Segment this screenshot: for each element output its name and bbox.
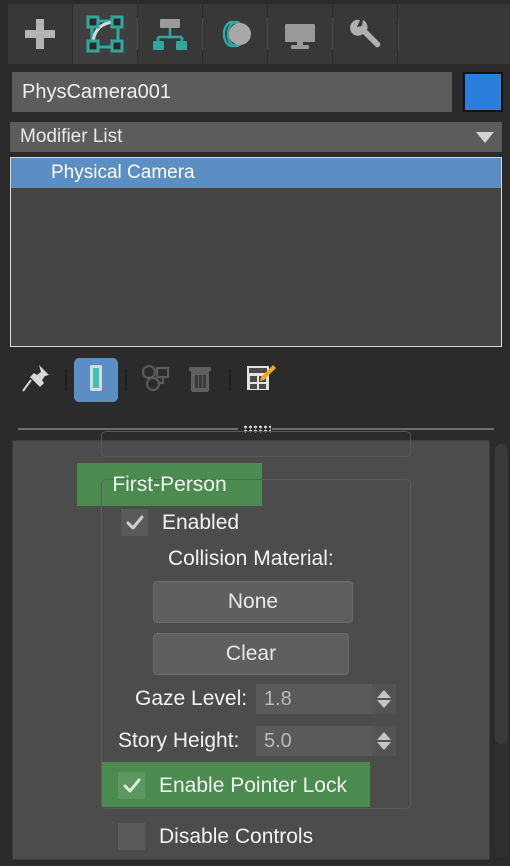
story-height-spinner[interactable]: 5.0	[256, 726, 396, 756]
make-unique-button[interactable]	[134, 358, 178, 402]
clear-button-label: Clear	[225, 642, 277, 665]
tab-hierarchy[interactable]	[137, 4, 203, 64]
pin-icon	[19, 361, 53, 400]
enable-pointer-lock-row[interactable]: Enable Pointer Lock	[118, 772, 347, 799]
tab-display[interactable]	[267, 4, 333, 64]
enabled-checkbox[interactable]	[121, 509, 148, 536]
previous-group-box	[101, 431, 411, 457]
disable-controls-checkbox[interactable]	[118, 823, 145, 850]
show-end-result-button[interactable]	[74, 358, 118, 402]
chevron-down-icon[interactable]	[377, 742, 391, 750]
object-name-input[interactable]	[12, 72, 452, 112]
collision-material-none-button[interactable]: None	[153, 581, 353, 623]
gaze-level-row: Gaze Level:	[135, 687, 247, 711]
gaze-level-label: Gaze Level:	[135, 687, 248, 710]
chevron-up-icon[interactable]	[377, 690, 391, 698]
toolbar-separator	[125, 369, 127, 391]
story-height-value[interactable]: 5.0	[256, 730, 292, 753]
enabled-label: Enabled	[162, 510, 240, 534]
tab-modify[interactable]	[73, 4, 138, 64]
collision-material-label: Collision Material:	[168, 547, 334, 570]
modifier-stack-toolbar	[0, 352, 510, 408]
configure-sets-button[interactable]	[238, 358, 282, 402]
object-name-row	[0, 68, 510, 116]
gaze-level-stepper[interactable]	[372, 684, 396, 714]
pin-stack-button[interactable]	[14, 358, 58, 402]
check-icon	[123, 778, 140, 792]
make-unique-icon	[139, 361, 173, 400]
toolbar-separator	[65, 369, 67, 391]
enable-pointer-lock-label: Enable Pointer Lock	[159, 773, 347, 797]
modifier-list-dropdown[interactable]: Modifier List	[10, 122, 502, 152]
rollout-title-first-person[interactable]: First-Person	[77, 463, 262, 506]
modify-icon	[85, 14, 125, 54]
none-button-label: None	[227, 590, 279, 613]
modifier-stack-item[interactable]: Physical Camera	[11, 158, 501, 188]
display-icon	[280, 14, 320, 54]
rollout-title-label: First-Person	[112, 472, 227, 496]
splitter-line-left	[18, 428, 238, 430]
tab-motion[interactable]	[202, 4, 268, 64]
plus-icon	[20, 14, 60, 54]
collision-material-clear-button[interactable]: Clear	[153, 633, 349, 675]
hierarchy-icon	[150, 14, 190, 54]
object-color-swatch[interactable]	[463, 72, 503, 112]
configure-icon	[243, 361, 277, 400]
motion-icon	[215, 14, 255, 54]
command-panel-tabbar	[0, 0, 510, 64]
toolbar-separator	[229, 369, 231, 391]
trash-icon	[183, 361, 217, 400]
disable-controls-label: Disable Controls	[159, 824, 314, 848]
collision-material-row: Collision Material:	[168, 547, 334, 571]
wrench-icon	[345, 14, 385, 54]
gaze-level-value[interactable]: 1.8	[256, 688, 292, 711]
tabbar-filler	[398, 4, 510, 64]
check-icon	[126, 515, 143, 529]
chevron-down-icon[interactable]	[377, 700, 391, 708]
enable-pointer-lock-checkbox[interactable]	[118, 772, 145, 799]
chevron-up-icon[interactable]	[377, 732, 391, 740]
disable-controls-row[interactable]: Disable Controls	[118, 823, 313, 850]
enabled-row[interactable]: Enabled	[121, 509, 239, 536]
modifier-stack-list[interactable]: Physical Camera	[10, 157, 502, 347]
story-height-row: Story Height:	[118, 729, 239, 753]
chevron-down-icon	[476, 131, 494, 143]
modifier-list-label: Modifier List	[20, 126, 123, 147]
gaze-level-spinner[interactable]: 1.8	[256, 684, 396, 714]
remove-modifier-button[interactable]	[178, 358, 222, 402]
tab-create[interactable]	[8, 4, 73, 64]
show-result-icon	[79, 361, 113, 400]
story-height-stepper[interactable]	[372, 726, 396, 756]
story-height-label: Story Height:	[118, 729, 240, 752]
tab-utilities[interactable]	[332, 4, 398, 64]
splitter-line-right	[272, 428, 494, 430]
panel-scrollbar-thumb[interactable]	[495, 444, 508, 744]
modifier-stack-item-label: Physical Camera	[51, 162, 195, 183]
